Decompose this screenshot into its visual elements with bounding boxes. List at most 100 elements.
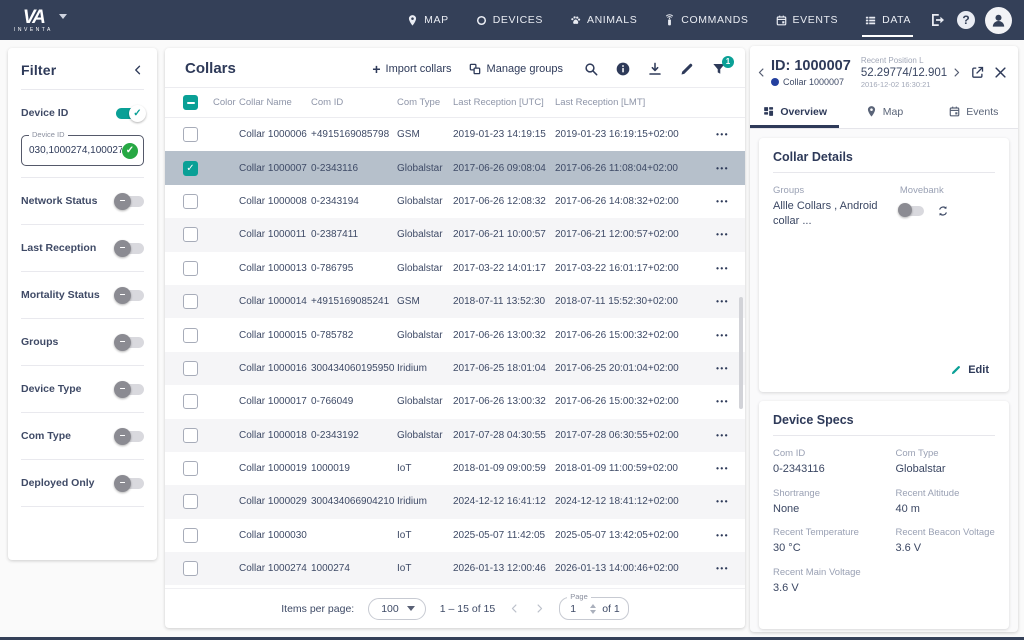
avatar[interactable]	[985, 7, 1012, 34]
table-row[interactable]: Collar 1000008 0-2343194 Globalstar 2017…	[165, 185, 745, 218]
nav-item-animals[interactable]: ANIMALS	[569, 0, 637, 40]
tab-events[interactable]: Events	[929, 96, 1018, 128]
table-row[interactable]: Collar 1000006 +4915169085798 GSM 2019-0…	[165, 118, 745, 151]
collar-name: Collar 1000016	[239, 363, 311, 374]
device-id-toggle[interactable]	[116, 108, 144, 119]
table-row[interactable]: Collar 1000019 1000019 IoT 2018-01-09 09…	[165, 452, 745, 485]
filter-toggle[interactable]	[116, 478, 144, 489]
table-row[interactable]: Collar 1000007 0-2343116 Globalstar 2017…	[165, 151, 745, 184]
filter-toggle[interactable]	[116, 431, 144, 442]
row-menu-button[interactable]: •••	[695, 497, 731, 506]
filter-section-mortality-status: Mortality Status	[21, 283, 144, 307]
spec-value: 0-2343116	[773, 462, 887, 477]
filter-section-label: Device ID	[21, 107, 68, 119]
row-checkbox[interactable]	[183, 194, 198, 209]
table-row[interactable]: Collar 1000018 0-2343192 Globalstar 2017…	[165, 419, 745, 452]
scrollbar-thumb[interactable]	[739, 297, 743, 410]
nav-item-map[interactable]: MAP	[406, 0, 449, 40]
movebank-toggle[interactable]	[900, 206, 924, 216]
row-checkbox[interactable]	[183, 161, 198, 176]
row-checkbox[interactable]	[183, 528, 198, 543]
recent-position-time: 2016-12-02 16:30:21	[861, 80, 947, 89]
manage-groups-button[interactable]: Manage groups	[468, 62, 563, 76]
table-row[interactable]: Collar 1000029 300434066904210 Iridium 2…	[165, 485, 745, 518]
device-id-input[interactable]	[29, 145, 122, 156]
table-row[interactable]: Collar 1000017 0-766049 Globalstar 2017-…	[165, 385, 745, 418]
nav-item-label: DATA	[882, 14, 911, 26]
row-checkbox[interactable]	[183, 261, 198, 276]
collapse-filter-icon[interactable]	[132, 64, 144, 76]
next-record-button[interactable]	[951, 67, 962, 78]
row-checkbox[interactable]	[183, 394, 198, 409]
row-menu-button[interactable]: •••	[695, 297, 731, 306]
prev-record-button[interactable]	[756, 67, 767, 78]
row-menu-button[interactable]: •••	[695, 164, 731, 173]
row-menu-button[interactable]: •••	[695, 364, 731, 373]
page-number-input[interactable]: 1	[570, 603, 584, 615]
edit-list-button[interactable]	[679, 61, 695, 77]
row-checkbox[interactable]	[183, 428, 198, 443]
table-row[interactable]: Collar 1000014 +4915169085241 GSM 2018-0…	[165, 285, 745, 318]
row-menu-button[interactable]: •••	[695, 397, 731, 406]
table-scrollbar[interactable]	[739, 118, 743, 588]
row-checkbox[interactable]	[183, 561, 198, 576]
search-button[interactable]	[583, 61, 599, 77]
import-collars-button[interactable]: + Import collars	[372, 62, 451, 76]
filter-toggle[interactable]	[116, 337, 144, 348]
nav-item-commands[interactable]: COMMANDS	[663, 0, 748, 40]
filter-toggle[interactable]	[116, 196, 144, 207]
filter-toggle[interactable]	[116, 243, 144, 254]
table-row[interactable]: Collar 1000030 IoT 2025-05-07 11:42:05 2…	[165, 519, 745, 552]
page-stepper[interactable]	[590, 604, 596, 614]
row-checkbox[interactable]	[183, 328, 198, 343]
table-row[interactable]: Collar 1000016 300434060195950 Iridium 2…	[165, 352, 745, 385]
select-all-checkbox[interactable]	[183, 95, 198, 110]
row-menu-button[interactable]: •••	[695, 230, 731, 239]
filter-section-label: Com Type	[21, 430, 71, 442]
row-menu-button[interactable]: •••	[695, 464, 731, 473]
table-row[interactable]: Collar 1000011 0-2387411 Globalstar 2017…	[165, 218, 745, 251]
download-button[interactable]	[647, 61, 663, 77]
open-in-new-icon[interactable]	[970, 65, 985, 80]
row-checkbox[interactable]	[183, 494, 198, 509]
row-checkbox[interactable]	[183, 227, 198, 242]
row-checkbox[interactable]	[183, 361, 198, 376]
row-checkbox[interactable]	[183, 127, 198, 142]
page-of-label: of 1	[602, 603, 620, 615]
row-menu-button[interactable]: •••	[695, 564, 731, 573]
row-checkbox[interactable]	[183, 294, 198, 309]
row-menu-button[interactable]: •••	[695, 197, 731, 206]
close-icon[interactable]	[993, 65, 1008, 80]
row-menu-button[interactable]: •••	[695, 431, 731, 440]
row-menu-button[interactable]: •••	[695, 130, 731, 139]
table-row[interactable]: Collar 1000274 1000274 IoT 2026-01-13 12…	[165, 552, 745, 585]
com-type: GSM	[397, 296, 453, 307]
items-per-page-select[interactable]: 100	[368, 598, 426, 620]
tab-map[interactable]: Map	[839, 96, 928, 128]
nav-item-data[interactable]: DATA	[864, 0, 911, 40]
table-row[interactable]: Collar 1000013 0-786795 Globalstar 2017-…	[165, 252, 745, 285]
table-row[interactable]: Collar 1000015 0-785782 Globalstar 2017-…	[165, 318, 745, 351]
sync-icon[interactable]	[936, 204, 950, 218]
next-page-button[interactable]	[534, 603, 545, 614]
brand-logo[interactable]: VA INVENTA	[14, 8, 67, 33]
filter-toggle[interactable]	[116, 290, 144, 301]
brand-caret-icon[interactable]	[59, 14, 67, 19]
tab-overview[interactable]: Overview	[750, 96, 839, 128]
nav-item-devices[interactable]: DEVICES	[475, 0, 543, 40]
com-id: 0-786795	[311, 263, 397, 274]
row-menu-button[interactable]: •••	[695, 531, 731, 540]
filter-list-button[interactable]: 1	[711, 61, 727, 77]
nav-item-label: DEVICES	[493, 14, 543, 26]
row-menu-button[interactable]: •••	[695, 264, 731, 273]
nav-item-events[interactable]: EVENTS	[775, 0, 839, 40]
help-button[interactable]: ?	[957, 11, 975, 29]
collar-name: Collar 1000015	[239, 330, 311, 341]
filter-toggle[interactable]	[116, 384, 144, 395]
edit-button[interactable]: Edit	[944, 360, 995, 380]
row-menu-button[interactable]: •••	[695, 331, 731, 340]
prev-page-button[interactable]	[509, 603, 520, 614]
row-checkbox[interactable]	[183, 461, 198, 476]
export-icon[interactable]	[929, 11, 947, 29]
info-button[interactable]	[615, 61, 631, 77]
